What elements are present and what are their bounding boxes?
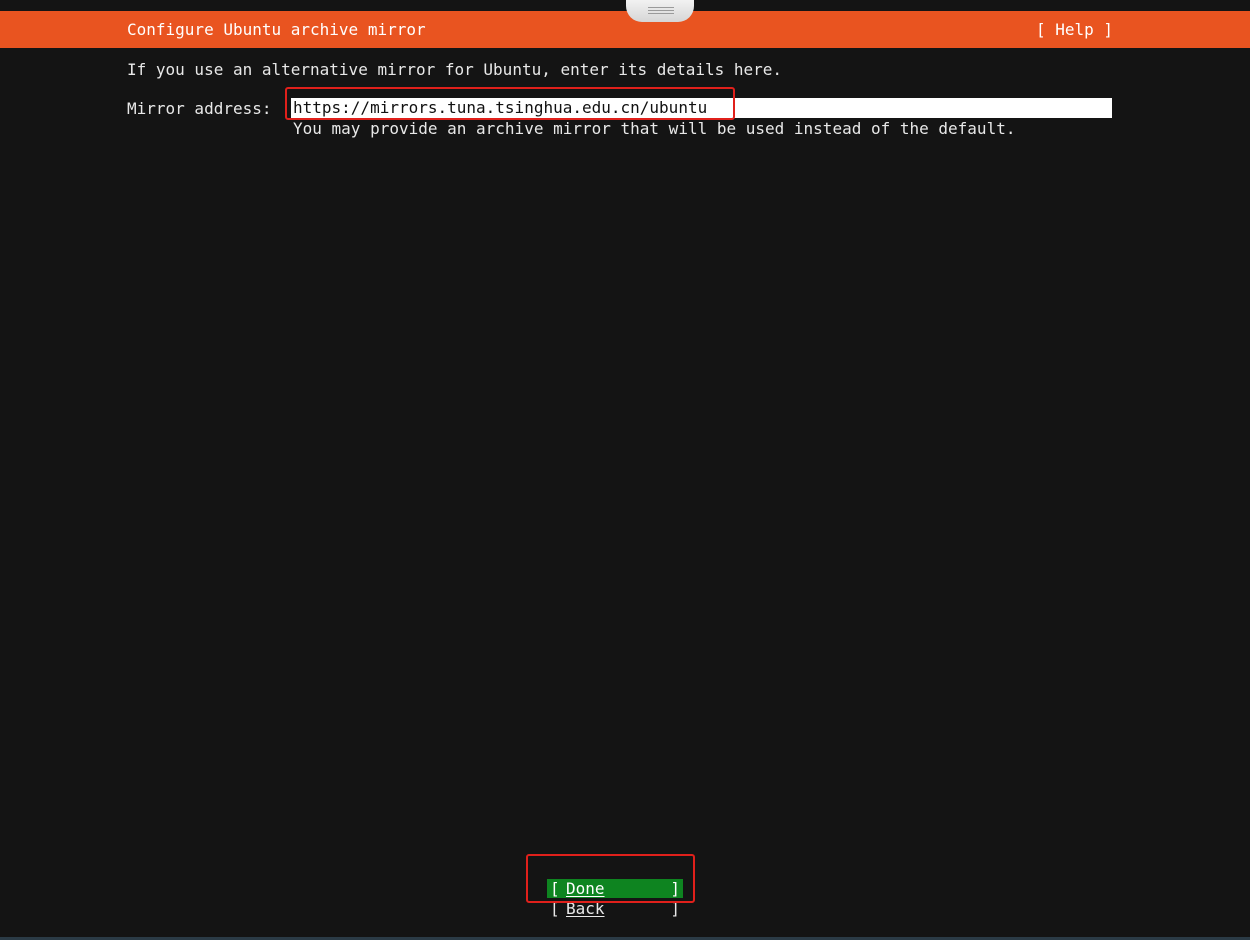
bracket-left: [ (550, 879, 560, 898)
back-button[interactable]: [ Back ] (547, 899, 683, 918)
page-title: Configure Ubuntu archive mirror (127, 20, 426, 39)
window-drag-handle[interactable] (626, 0, 694, 22)
help-button[interactable]: [ Help ] (1036, 20, 1113, 39)
bracket-right: ] (670, 879, 680, 898)
done-label: Done (566, 879, 605, 898)
bracket-left: [ (550, 899, 560, 918)
grip-line (648, 10, 674, 11)
grip-line (648, 13, 674, 14)
mirror-address-help: You may provide an archive mirror that w… (293, 119, 1016, 138)
back-label: Back (566, 899, 605, 918)
done-button[interactable]: [ Done ] (547, 879, 683, 898)
grip-line (648, 7, 674, 8)
mirror-address-label: Mirror address: (127, 99, 272, 118)
bracket-right: ] (670, 899, 680, 918)
mirror-address-input[interactable] (291, 98, 1112, 118)
header-bar: Configure Ubuntu archive mirror [ Help ] (0, 11, 1250, 48)
intro-text: If you use an alternative mirror for Ubu… (127, 60, 783, 79)
